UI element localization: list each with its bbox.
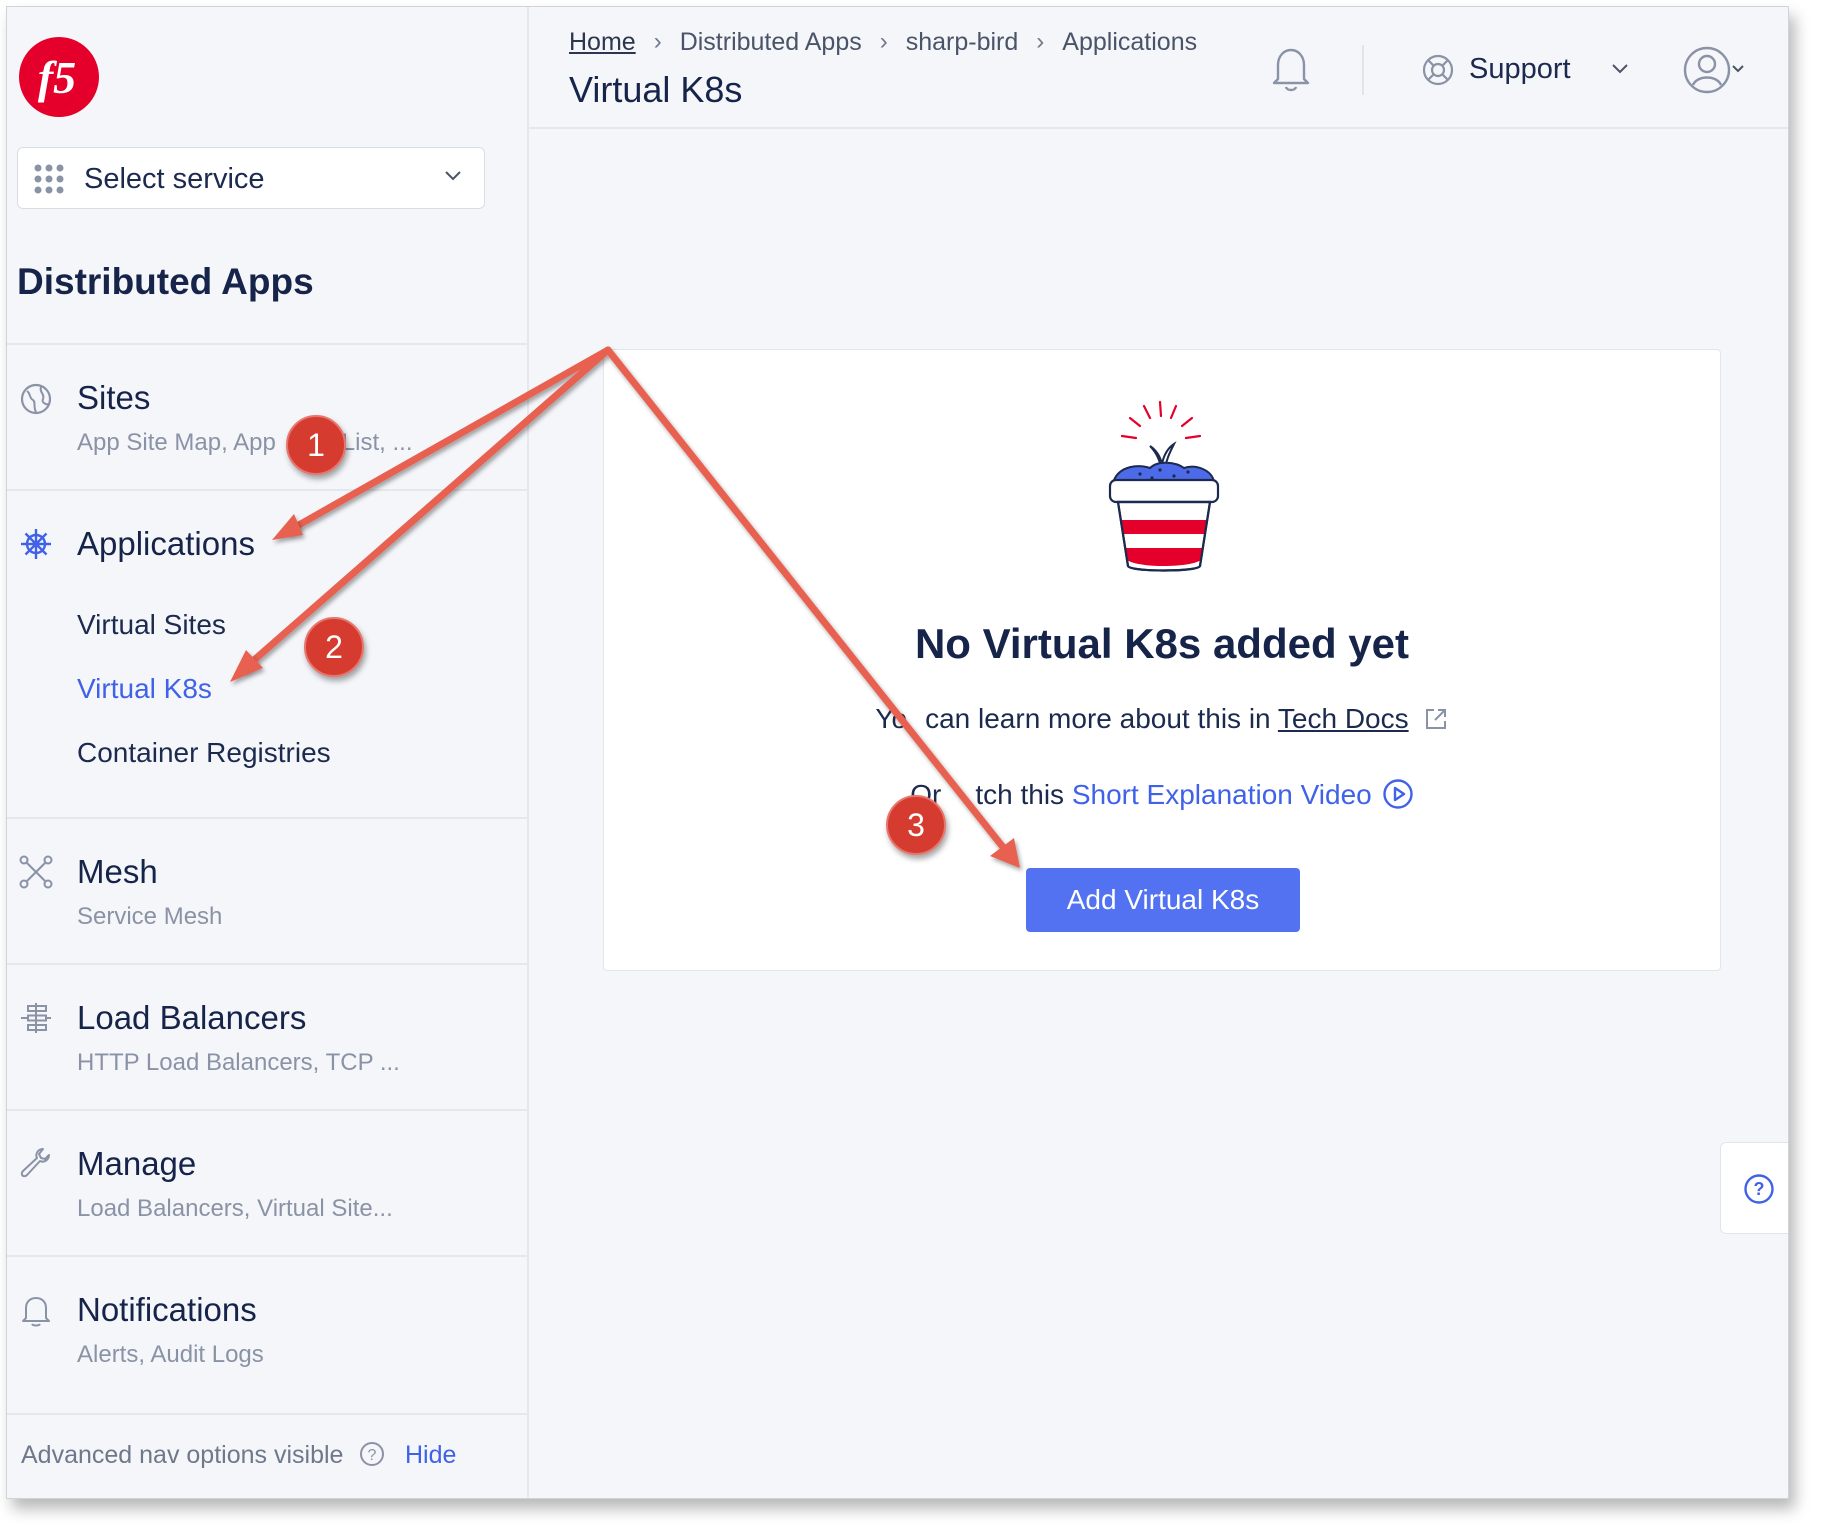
help-circle-icon: ?	[1744, 1174, 1774, 1204]
chevron-down-icon	[445, 171, 461, 181]
nav-item-notifications[interactable]: Notifications Alerts, Audit Logs	[7, 1255, 527, 1401]
advanced-nav-text: Advanced nav options visible	[21, 1441, 344, 1469]
sub-link-virtual-k8s[interactable]: Virtual K8s	[77, 673, 212, 705]
bell-icon	[22, 1297, 50, 1327]
wrench-icon	[20, 1148, 50, 1178]
nav-item-load-balancers[interactable]: Load Balancers HTTP Load Balancers, TCP …	[7, 963, 527, 1109]
select-service-label: Select service	[84, 163, 265, 195]
annotation-badge-1: 1	[286, 415, 346, 475]
breadcrumb-distributed-apps[interactable]: Distributed Apps	[680, 28, 862, 57]
nav-title: Load Balancers	[77, 999, 307, 1036]
nav-item-applications[interactable]: Applications Virtual Sites Virtual K8s C…	[7, 489, 527, 817]
globe-icon	[20, 383, 52, 415]
learn-more-line: Yo can learn more about this in Tech Docs	[604, 703, 1720, 735]
section-title: Distributed Apps	[17, 261, 314, 302]
nav-subtitle: Service Mesh	[77, 903, 223, 930]
sub-link-container-registries[interactable]: Container Registries	[77, 737, 331, 769]
support-label: Support	[1469, 53, 1571, 85]
nav-subtitle: HTTP Load Balancers, TCP ...	[77, 1049, 400, 1076]
grid-icon	[34, 164, 64, 194]
nav-item-sites[interactable]: Sites App Site Map, App List, ...	[7, 343, 527, 489]
breadcrumb-home[interactable]: Home	[569, 28, 636, 57]
nav-item-manage[interactable]: Manage Load Balancers, Virtual Site...	[7, 1109, 527, 1255]
breadcrumb-separator-icon: ›	[653, 28, 662, 56]
f5-logo[interactable]: f5	[17, 35, 101, 119]
breadcrumb-separator-icon: ›	[1036, 28, 1045, 56]
user-avatar-icon[interactable]	[1683, 43, 1749, 97]
nav-subtitle: Alerts, Audit Logs	[77, 1341, 264, 1368]
nav-title: Notifications	[77, 1291, 257, 1328]
sidebar: f5 Select service Distributed Apps Sites…	[7, 7, 529, 1498]
plant-pot-illustration	[1108, 400, 1220, 572]
nav-title: Manage	[77, 1145, 197, 1182]
header-divider	[1362, 45, 1364, 95]
nav-title: Mesh	[77, 853, 158, 890]
video-line: Or tch this Short Explanation Video	[604, 778, 1720, 811]
nav-subtitle: App Site Map, App List, ...	[77, 429, 413, 456]
breadcrumb-separator-icon: ›	[879, 28, 888, 56]
hide-link[interactable]: Hide	[405, 1441, 456, 1470]
sub-link-virtual-sites[interactable]: Virtual Sites	[77, 609, 226, 641]
annotation-badge-2: 2	[304, 617, 364, 677]
chevron-down-icon	[1612, 64, 1628, 74]
nav-title: Sites	[77, 379, 151, 416]
notifications-bell-icon[interactable]	[1269, 45, 1313, 93]
breadcrumb: Home › Distributed Apps › sharp-bird › Applica…	[569, 27, 1197, 57]
app-window: f5 Select service Distributed Apps Sites…	[6, 6, 1789, 1499]
logo-text: f5	[38, 52, 76, 103]
tech-docs-link[interactable]: Tech Docs	[1278, 703, 1409, 734]
header: Home › Distributed Apps › sharp-bird › Applica…	[529, 7, 1788, 129]
lifebuoy-icon	[1422, 54, 1454, 86]
external-link-icon[interactable]	[1423, 706, 1449, 732]
empty-state-title: No Virtual K8s added yet	[914, 620, 1410, 667]
breadcrumb-namespace[interactable]: sharp-bird	[906, 28, 1019, 57]
nav-item-mesh[interactable]: Mesh Service Mesh	[7, 817, 527, 963]
sidebar-footer: Advanced nav options visible ? Hide	[7, 1413, 527, 1498]
add-virtual-k8s-button[interactable]: Add Virtual K8s	[1026, 868, 1300, 932]
question-icon[interactable]: ?	[359, 1441, 385, 1467]
help-button[interactable]: ?	[1720, 1142, 1788, 1234]
breadcrumb-applications[interactable]: Applications	[1062, 28, 1197, 57]
nav-subtitle: Load Balancers, Virtual Site...	[77, 1195, 393, 1222]
helm-icon	[21, 529, 51, 559]
svg-text:?: ?	[1754, 1179, 1765, 1199]
nav-title: Applications	[77, 525, 255, 562]
mesh-icon	[19, 855, 53, 889]
svg-text:?: ?	[368, 1447, 377, 1464]
play-circle-icon[interactable]	[1382, 778, 1414, 810]
load-balancer-icon	[21, 1003, 51, 1033]
page-title: Virtual K8s	[569, 69, 743, 110]
empty-state-card: No Virtual K8s added yet Yo can learn mor…	[603, 349, 1721, 971]
select-service-dropdown[interactable]: Select service	[17, 147, 485, 209]
explanation-video-link[interactable]: Short Explanation Video	[1072, 779, 1372, 810]
annotation-badge-3: 3	[886, 795, 946, 855]
